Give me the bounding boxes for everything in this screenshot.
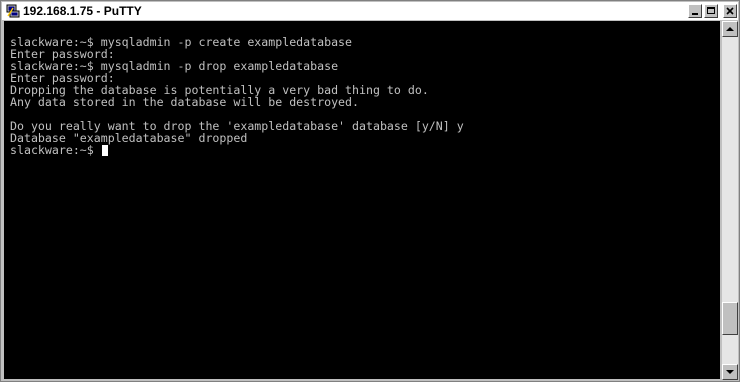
minimize-button[interactable] bbox=[688, 4, 702, 18]
scroll-up-arrow-icon bbox=[726, 27, 734, 31]
terminal-prompt-line: slackware:~$ bbox=[10, 144, 108, 156]
putty-window: 192.168.1.75 - PuTTY slackware:~$ mysqla… bbox=[0, 0, 740, 382]
putty-icon[interactable] bbox=[6, 4, 20, 18]
terminal-line: Any data stored in the database will be … bbox=[10, 95, 360, 109]
close-icon bbox=[726, 7, 734, 15]
close-button[interactable] bbox=[723, 4, 737, 18]
scrollbar-thumb[interactable] bbox=[722, 301, 738, 335]
maximize-icon bbox=[707, 7, 715, 14]
terminal-output[interactable]: slackware:~$ mysqladmin -p create exampl… bbox=[4, 21, 720, 379]
minimize-icon bbox=[692, 13, 698, 15]
window-title: 192.168.1.75 - PuTTY bbox=[23, 4, 142, 18]
maximize-button[interactable] bbox=[704, 4, 718, 18]
prompt-text: slackware:~$ bbox=[10, 143, 101, 157]
text-cursor bbox=[101, 145, 108, 156]
vertical-scrollbar[interactable] bbox=[722, 21, 738, 380]
scroll-up-button[interactable] bbox=[722, 21, 738, 37]
title-bar[interactable]: 192.168.1.75 - PuTTY bbox=[2, 2, 738, 20]
scroll-down-arrow-icon bbox=[726, 370, 734, 374]
scroll-down-button[interactable] bbox=[722, 364, 738, 380]
